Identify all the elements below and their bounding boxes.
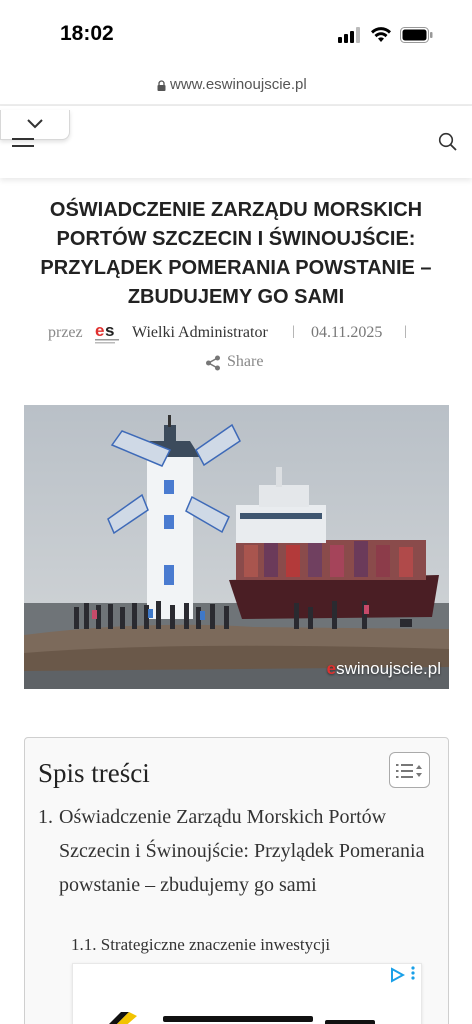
toc-title: Spis treści bbox=[38, 758, 150, 788]
publish-date: 04.11.2025 bbox=[311, 324, 383, 341]
collapse-toolbar-button[interactable] bbox=[0, 110, 70, 140]
advertisement[interactable] bbox=[72, 963, 422, 1024]
svg-text:s: s bbox=[105, 321, 114, 340]
toc-toggle-button[interactable] bbox=[389, 752, 430, 788]
hero-photo bbox=[24, 405, 449, 689]
article-hero-image[interactable]: eswinoujscie.pl bbox=[24, 405, 449, 689]
meta-separator: | bbox=[292, 324, 295, 339]
toc-item-label[interactable]: Oświadczenie Zarządu Morskich Portów Szc… bbox=[38, 800, 433, 902]
kebab-menu-icon[interactable] bbox=[411, 966, 415, 980]
author-avatar[interactable]: e s bbox=[92, 320, 122, 346]
ad-logo bbox=[109, 1012, 137, 1024]
site-header bbox=[0, 106, 472, 178]
article-meta: przez e s Wielki Administrator | 04.11.2… bbox=[0, 318, 472, 348]
author-link[interactable]: Wielki Administrator bbox=[132, 324, 268, 342]
toc-item-number: 1. bbox=[38, 806, 53, 828]
search-icon[interactable] bbox=[438, 132, 458, 152]
toc-link[interactable]: 1. Oświadczenie Zarządu Morskich Portów … bbox=[38, 800, 433, 902]
status-time: 18:02 bbox=[60, 22, 114, 45]
lock-icon bbox=[157, 80, 166, 91]
signal-icon bbox=[338, 27, 360, 43]
hamburger-icon[interactable] bbox=[12, 138, 34, 150]
by-label: przez bbox=[48, 324, 83, 341]
address-bar[interactable]: www.eswinoujscie.pl bbox=[0, 66, 472, 104]
battery-icon bbox=[400, 27, 433, 43]
status-bar: 18:02 bbox=[0, 0, 472, 66]
toc-item-number: 1.1. bbox=[71, 935, 97, 954]
ad-choices-icon[interactable] bbox=[389, 967, 405, 983]
ad-headline-fragment bbox=[163, 1016, 313, 1022]
svg-text:e: e bbox=[95, 321, 104, 340]
toc-item-label[interactable]: Strategiczne znaczenie inwestycji bbox=[101, 935, 330, 954]
meta-separator: | bbox=[404, 324, 407, 339]
share-icon bbox=[206, 355, 220, 371]
ad-headline-fragment bbox=[325, 1020, 375, 1024]
list-toggle-icon bbox=[396, 764, 422, 778]
article-title: OŚWIADCZENIE ZARZĄDU MORSKICH PORTÓW SZC… bbox=[40, 199, 432, 308]
image-watermark: eswinoujscie.pl bbox=[326, 659, 441, 678]
toc-sublink[interactable]: 1.1. Strategiczne znaczenie inwestycji bbox=[71, 935, 330, 955]
wifi-icon bbox=[371, 27, 391, 42]
chevron-down-icon bbox=[27, 119, 43, 129]
share-label: Share bbox=[227, 353, 264, 370]
url-text[interactable]: www.eswinoujscie.pl bbox=[170, 76, 307, 93]
